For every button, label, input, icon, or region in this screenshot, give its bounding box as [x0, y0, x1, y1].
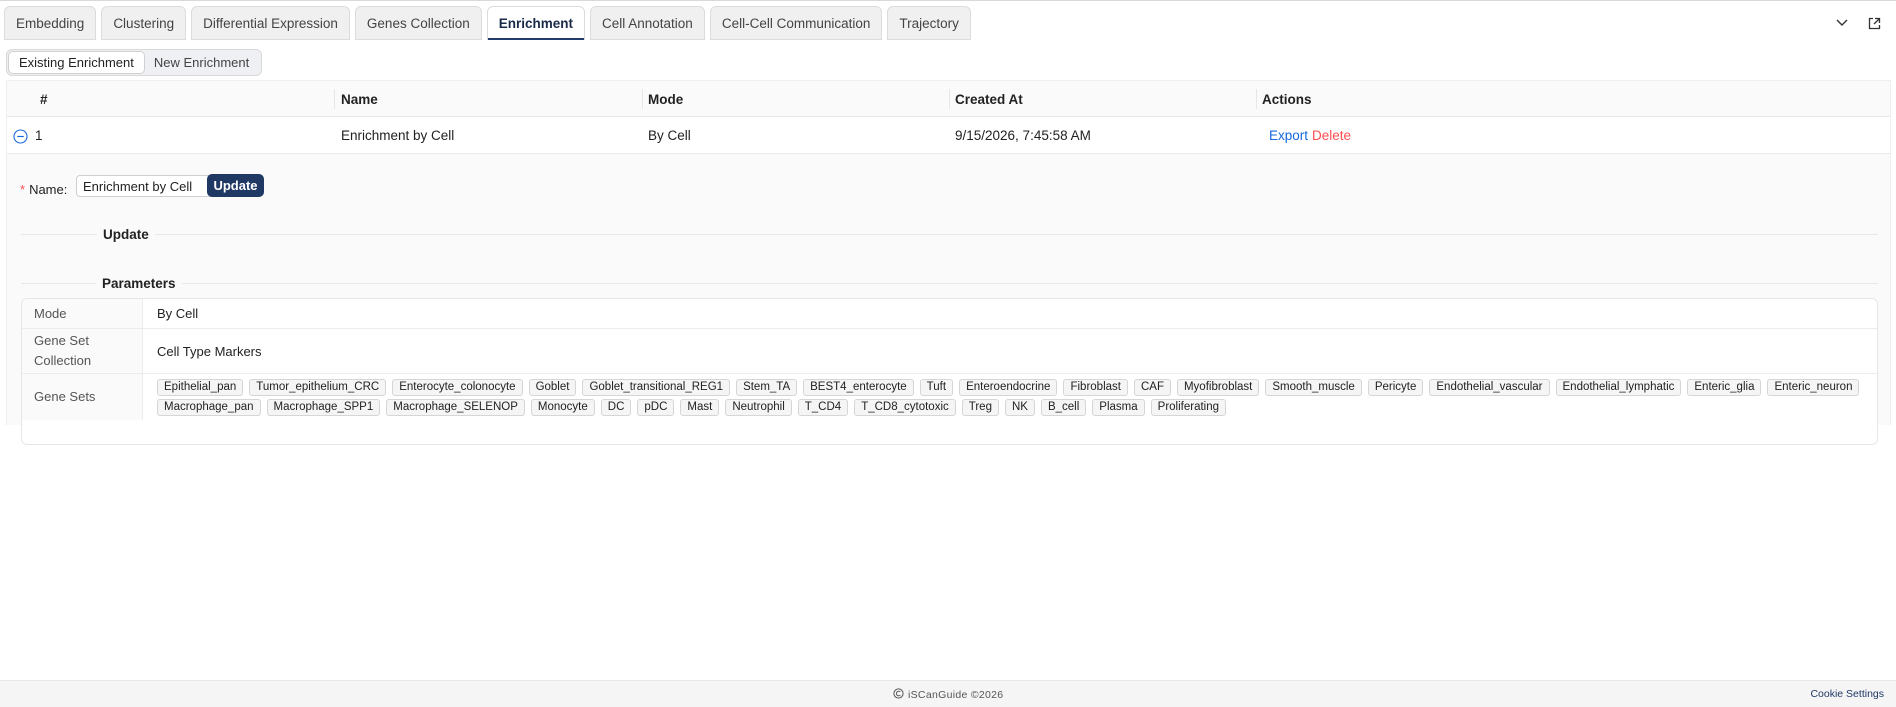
gene-set-tag: Macrophage_pan	[157, 398, 261, 416]
gene-set-tag: Macrophage_SELENOP	[386, 398, 525, 416]
top-right-icons	[1834, 15, 1882, 31]
param-value: Cell Type Markers	[157, 343, 262, 359]
gene-set-tag: Pericyte	[1367, 378, 1424, 396]
minus-circle-icon[interactable]	[13, 129, 28, 144]
chevron-down-icon[interactable]	[1834, 15, 1850, 31]
param-row-collection: Gene Set Collection Cell Type Markers	[22, 329, 1877, 374]
param-label: Gene Set Collection	[22, 329, 143, 373]
gene-set-tag: T_CD4	[797, 398, 849, 416]
top-tab-bar: Embedding Clustering Differential Expressi…	[0, 0, 1896, 46]
gene-set-tag: Macrophage_SPP1	[266, 398, 381, 416]
gene-set-tag: Mast	[680, 398, 720, 416]
param-label: Mode	[22, 299, 143, 328]
gene-set-tag: Fibroblast	[1063, 378, 1128, 396]
footer-brand-text: iSCanGuide ©2026	[908, 689, 1004, 701]
gene-set-tag: Proliferating	[1150, 398, 1227, 416]
module-tabs: Embedding Clustering Differential Expressi…	[4, 6, 971, 40]
gene-set-tag: Tuft	[919, 378, 954, 396]
gene-set-tag: Stem_TA	[736, 378, 798, 396]
tab-enrichment[interactable]: Enrichment	[486, 6, 585, 40]
existing-enrichment-option[interactable]: Existing Enrichment	[9, 52, 144, 73]
gene-set-tag: Neutrophil	[725, 398, 792, 416]
delete-link[interactable]: Delete	[1312, 117, 1351, 154]
update-section-title: Update	[97, 227, 155, 242]
external-link-icon[interactable]	[1866, 15, 1882, 31]
gene-set-tag: Enteric_glia	[1687, 378, 1762, 396]
parameters-table: Mode By Cell Gene Set Collection Cell Ty…	[21, 298, 1878, 445]
column-header-name: Name	[341, 91, 378, 107]
gene-set-tag: Smooth_muscle	[1265, 378, 1362, 396]
column-header-created-at: Created At	[955, 91, 1023, 107]
required-marker: *	[20, 181, 26, 197]
brand-logo-icon	[893, 688, 904, 702]
gene-set-tag: Monocyte	[530, 398, 595, 416]
gene-set-tag: CAF	[1133, 378, 1171, 396]
row-name: Enrichment by Cell	[341, 128, 455, 143]
parameters-section-title: Parameters	[96, 276, 182, 291]
gene-set-tag: Enterocyte_colonocyte	[392, 378, 523, 396]
tab-clustering[interactable]: Clustering	[101, 6, 187, 40]
name-label-text: Name	[29, 181, 64, 197]
param-value: By Cell	[157, 306, 199, 321]
row-mode: By Cell	[648, 128, 691, 143]
footer-brand: iSCanGuide ©2026	[893, 688, 1003, 702]
gene-set-tag: Epithelial_pan	[157, 378, 244, 396]
column-header-mode: Mode	[648, 91, 684, 107]
tab-embedding[interactable]: Embedding	[4, 6, 97, 40]
enrichment-table: # Name Mode Created At Actions 1 Enrichm…	[6, 80, 1891, 445]
gene-set-tag: Goblet_transitional_REG1	[582, 378, 731, 396]
gene-set-tag: pDC	[637, 398, 675, 416]
param-row-mode: Mode By Cell	[22, 299, 1877, 329]
row-created-at: 9/15/2026, 7:45:58 AM	[955, 128, 1091, 143]
update-button[interactable]: Update	[207, 174, 264, 197]
gene-set-tag: Treg	[961, 398, 999, 416]
gene-set-tag: Endothelial_vascular	[1429, 378, 1550, 396]
column-header-actions: Actions	[1262, 91, 1312, 107]
expanded-row-detail: Update * Name: Update Parameters Mode By…	[7, 155, 1890, 445]
row-index: 1	[35, 128, 43, 143]
export-link[interactable]: Export	[1269, 117, 1308, 154]
gene-set-tag: DC	[600, 398, 632, 416]
gene-set-tag: Tumor_epithelium_CRC	[249, 378, 387, 396]
tab-cell-cell-communication[interactable]: Cell-Cell Communication	[709, 6, 883, 40]
gene-set-tag: Enteric_neuron	[1767, 378, 1860, 396]
gene-set-tag: Enteroendocrine	[959, 378, 1058, 396]
gene-set-tags: Epithelial_pan Tumor_epithelium_CRC Entero…	[157, 378, 1863, 416]
tab-trajectory[interactable]: Trajectory	[887, 6, 971, 40]
param-value: Epithelial_pan Tumor_epithelium_CRC Entero…	[143, 374, 1877, 420]
gene-set-tag: NK	[1004, 398, 1035, 416]
enrichment-mode-switch: Existing Enrichment New Enrichment	[6, 49, 263, 76]
name-label: * Name:	[20, 181, 68, 197]
gene-set-tag: T_CD8_cytotoxic	[854, 398, 956, 416]
tab-differential-expression[interactable]: Differential Expression	[191, 6, 350, 40]
gene-set-tag: BEST4_enterocyte	[803, 378, 914, 396]
cookie-settings-link[interactable]: Cookie Settings	[1810, 688, 1884, 700]
table-row: 1 Enrichment by Cell By Cell 9/15/2026, …	[7, 117, 1890, 154]
tab-cell-annotation[interactable]: Cell Annotation	[590, 6, 705, 40]
gene-set-tag: Goblet	[528, 378, 577, 396]
new-enrichment-option[interactable]: New Enrichment	[144, 52, 259, 73]
param-label: Gene Sets	[22, 374, 143, 420]
gene-set-tag: Myofibroblast	[1176, 378, 1260, 396]
gene-set-tag: Plasma	[1092, 398, 1145, 416]
table-header: # Name Mode Created At Actions	[7, 81, 1890, 117]
tab-genes-collection[interactable]: Genes Collection	[354, 6, 482, 40]
column-header-index: #	[40, 91, 48, 107]
gene-set-tag: Endothelial_lymphatic	[1555, 378, 1682, 396]
footer: iSCanGuide ©2026 Cookie Settings	[0, 680, 1896, 707]
param-row-gene-sets: Gene Sets Epithelial_pan Tumor_epithelium…	[22, 374, 1877, 420]
gene-set-tag: B_cell	[1040, 398, 1087, 416]
